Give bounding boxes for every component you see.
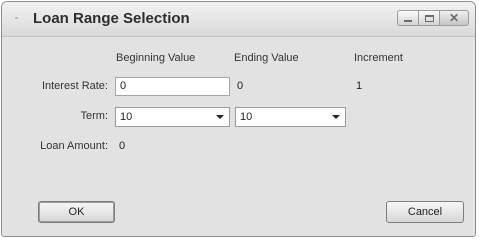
close-button[interactable]: ✕ <box>439 10 469 26</box>
minimize-button[interactable] <box>397 10 419 26</box>
interest-begin-input[interactable]: 0 <box>115 77 230 96</box>
close-icon: ✕ <box>448 11 460 25</box>
term-begin-value: 10 <box>120 111 133 123</box>
loan-amount-label: Loan Amount: <box>40 140 108 152</box>
header-beginning-value: Beginning Value <box>116 52 196 64</box>
term-label: Term: <box>80 110 109 122</box>
term-end-value: 10 <box>240 111 253 123</box>
interest-rate-label: Interest Rate: <box>41 80 108 92</box>
chevron-down-icon[interactable] <box>327 108 345 126</box>
cancel-button[interactable]: Cancel <box>386 201 464 223</box>
dialog-body: Beginning Value Ending Value Increment I… <box>2 37 475 236</box>
window-title: Loan Range Selection <box>33 10 190 27</box>
maximize-icon <box>424 14 434 22</box>
chevron-down-icon[interactable] <box>211 108 229 126</box>
dialog-window: ᐧᐧᐧ Loan Range Selection ✕ Beginning Val… <box>1 1 476 237</box>
header-ending-value: Ending Value <box>234 52 299 64</box>
minimize-icon <box>404 20 412 22</box>
loan-amount-input[interactable]: 0 <box>119 137 229 156</box>
interest-increment-input[interactable]: 1 <box>356 77 456 96</box>
window-controls: ✕ <box>397 10 469 27</box>
term-begin-dropdown[interactable]: 10 <box>115 107 230 127</box>
maximize-button[interactable] <box>418 10 440 26</box>
grip-icon: ᐧᐧᐧ <box>14 13 18 25</box>
title-bar[interactable]: ᐧᐧᐧ Loan Range Selection ✕ <box>2 2 475 37</box>
ok-button[interactable]: OK <box>38 201 115 223</box>
header-increment: Increment <box>354 52 403 64</box>
interest-end-input[interactable]: 0 <box>237 77 347 96</box>
term-end-dropdown[interactable]: 10 <box>235 107 346 127</box>
